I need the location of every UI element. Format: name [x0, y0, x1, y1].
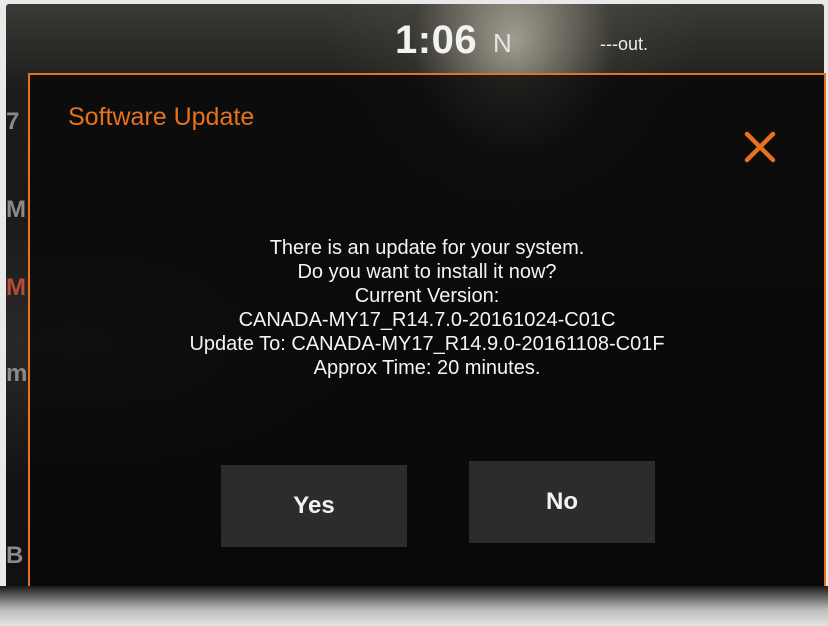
compass-heading: N: [493, 28, 512, 58]
approx-time: Approx Time: 20 minutes.: [313, 357, 541, 379]
message-line: There is an update for your system.: [269, 237, 585, 259]
update-message: There is an update for your system. Do y…: [30, 236, 824, 380]
infotainment-screen: 1:06 N ---out. 7 M M m B Software Update…: [6, 4, 826, 620]
message-line: Do you want to install it now?: [297, 261, 557, 283]
background-text-fragment: M: [6, 196, 26, 223]
status-bar: 1:06 N ---out.: [6, 4, 824, 68]
no-button[interactable]: No: [469, 461, 655, 543]
dialog-title: Software Update: [68, 103, 255, 131]
background-text-fragment: B: [6, 542, 24, 569]
background-text-fragment: 7: [6, 108, 20, 135]
clock: 1:06: [395, 18, 478, 62]
close-button[interactable]: [740, 127, 780, 167]
screen-bezel-bottom: [0, 586, 828, 626]
close-icon: [744, 131, 776, 163]
yes-button[interactable]: Yes: [221, 465, 407, 547]
background-text-fragment: m: [6, 360, 28, 387]
background-text-fragment: M: [6, 274, 26, 301]
current-version: CANADA-MY17_R14.7.0-20161024-C01C: [238, 309, 616, 331]
outside-temperature: ---out.: [600, 34, 649, 54]
update-to-version: Update To: CANADA-MY17_R14.9.0-20161108-…: [189, 333, 665, 355]
software-update-dialog: Software Update There is an update for y…: [28, 73, 826, 591]
message-line: Current Version:: [354, 285, 500, 307]
